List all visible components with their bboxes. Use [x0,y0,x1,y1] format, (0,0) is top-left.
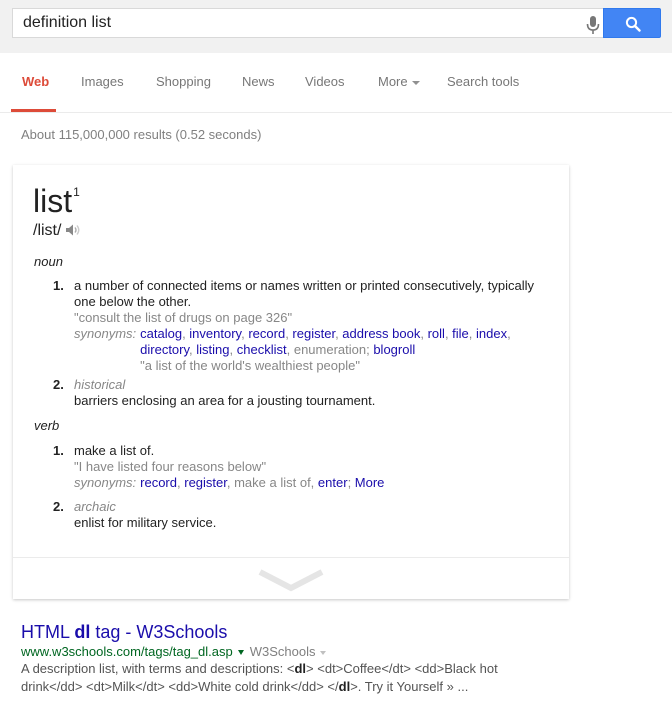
synonym-link[interactable]: register [184,475,227,490]
sense-example: "consult the list of drugs on page 326" [74,310,293,325]
url-options-caret-icon[interactable] [237,650,244,656]
headword-superscript: 1 [73,185,80,199]
sense-definition: barriers enclosing an area for a joustin… [74,393,376,408]
search-box [12,8,604,38]
result-title-post: tag - W3Schools [90,622,228,642]
search-result: HTML dl tag - W3Schools www.w3schools.co… [21,621,661,696]
noun-sense-2: 2. historical barriers enclosing an area… [53,377,543,409]
synonym-link[interactable]: address book [342,326,420,341]
synonym-link[interactable]: blogroll [373,342,415,357]
synonym-link[interactable]: catalog [140,326,182,341]
snippet-text: A description list, with terms and descr… [21,661,295,676]
synonym-link[interactable]: register [292,326,335,341]
tab-videos[interactable]: Videos [305,74,345,89]
tab-search-tools[interactable]: Search tools [447,74,519,89]
result-title-bold: dl [74,622,91,642]
synonym-separator: ; [347,475,355,490]
synonym-link[interactable]: directory [140,342,189,357]
snippet-text: >. Try it Yourself » ... [350,679,469,694]
synonym-link[interactable]: listing [196,342,229,357]
headword: list1 [33,185,80,217]
result-title-pre: HTML [21,622,75,642]
result-title-link[interactable]: HTML dl tag - W3Schools [21,621,661,643]
synonym-example: "a list of the world's wealthiest people… [140,358,360,373]
site-caret-icon[interactable] [320,650,327,655]
verb-sense-2: 2. archaic enlist for military service. [53,499,543,531]
result-snippet: A description list, with terms and descr… [21,660,521,696]
part-of-speech-verb: verb [34,418,60,433]
synonyms-label: synonyms: [74,475,137,490]
snippet-highlight: dl [338,679,351,694]
caret-down-icon [411,80,420,85]
result-url-row: www.w3schools.com/tags/tag_dl.asp W3Schoo… [21,643,661,660]
search-button[interactable] [603,8,661,38]
synonym-link[interactable]: record [140,475,177,490]
synonym-link[interactable]: file [452,326,469,341]
tab-news[interactable]: News [242,74,275,89]
tab-images[interactable]: Images [81,74,124,89]
headword-text: list [33,183,73,219]
result-site-name[interactable]: W3Schools [250,644,316,659]
synonyms-label: synonyms: [74,326,137,341]
synonym-separator: , make a list of, [226,475,318,490]
search-header [0,0,672,53]
sense-definition: enlist for military service. [74,515,217,530]
result-url: www.w3schools.com/tags/tag_dl.asp [21,644,233,659]
tab-more[interactable]: More [378,74,420,89]
synonym-separator: , [420,326,428,341]
sense-number: 1. [53,443,64,458]
synonyms-row: synonyms: record, register, make a list … [74,475,543,491]
synonym-link[interactable]: roll [428,326,445,341]
synonym-link[interactable]: More [355,475,385,490]
dictionary-card: list1 /list/ noun 1. a number of connect… [13,165,569,599]
tab-more-label: More [378,74,408,89]
expand-definition-button[interactable] [13,557,569,599]
result-stats: About 115,000,000 results (0.52 seconds) [21,127,262,142]
synonym-link[interactable]: record [248,326,285,341]
phonetic-text: /list/ [33,222,62,239]
microphone-icon[interactable] [585,15,601,35]
sense-number: 1. [53,278,64,293]
synonym-link[interactable]: index [476,326,507,341]
sense-number: 2. [53,499,64,514]
verb-sense-1: 1. make a list of. "I have listed four r… [53,443,543,491]
noun-sense-1: 1. a number of connected items or names … [53,278,543,374]
synonyms-list: catalog, inventory, record, register, ad… [140,326,543,358]
tab-web[interactable]: Web [22,74,49,89]
synonym-separator: , [507,326,511,341]
synonym-link[interactable]: inventory [189,326,241,341]
sense-register-label: historical [74,377,126,392]
magnifier-icon [625,16,641,32]
tab-shopping[interactable]: Shopping [156,74,211,89]
sense-number: 2. [53,377,64,392]
sense-definition: make a list of. [74,443,155,458]
synonym-link[interactable]: checklist [237,342,287,357]
phonetic: /list/ [33,222,81,242]
synonym-separator: , enumeration; [286,342,374,357]
sense-example: "I have listed four reasons below" [74,459,267,474]
speaker-icon[interactable] [65,223,81,242]
search-tabs: Web Images Shopping News Videos More Sea… [0,53,672,113]
part-of-speech-noun: noun [34,254,63,269]
synonyms-row: synonyms: catalog, inventory, record, re… [74,326,543,374]
synonym-separator: , [468,326,477,341]
sense-register-label: archaic [74,499,116,514]
synonyms-list: record, register, make a list of, enter;… [140,475,384,491]
active-tab-indicator [11,109,56,112]
snippet-highlight: dl [294,661,307,676]
sense-definition: a number of connected items or names wri… [74,278,535,309]
synonym-link[interactable]: enter [318,475,348,490]
chevron-down-icon [258,569,324,592]
search-input[interactable] [23,9,563,37]
synonym-separator: , [229,342,237,357]
